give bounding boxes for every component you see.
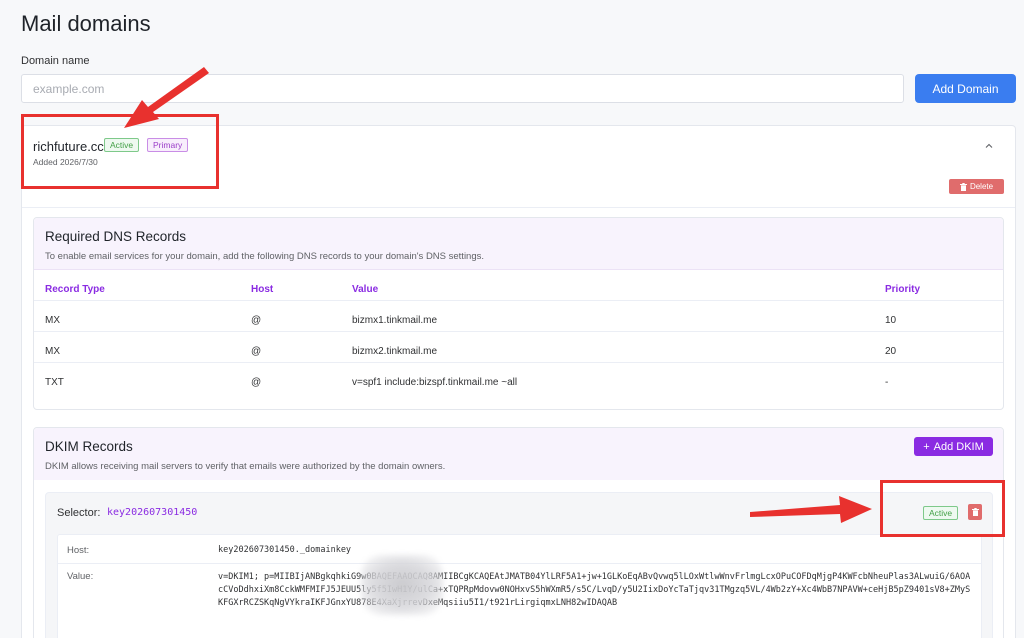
dkim-value-text: v=DKIM1; p=MIIBIjANBgkqhkiG9w0BAQEFAAOCA… [218, 572, 971, 608]
table-row: MX @ bizmx2.tinkmail.me 20 [34, 332, 1003, 363]
dkim-detail: Host: key202607301450._domainkey Value: … [57, 534, 982, 638]
annotation-box-dkim [880, 480, 1005, 537]
trash-icon [959, 182, 967, 191]
annotation-box-domain [21, 114, 219, 189]
dns-table-header: Record Type Host Value Priority [34, 270, 1003, 301]
delete-domain-button[interactable]: Delete [949, 179, 1004, 194]
dns-section-description: To enable email services for your domain… [45, 251, 485, 262]
row-record-type: TXT [45, 377, 64, 388]
dkim-section-header: DKIM Records DKIM allows receiving mail … [34, 428, 1003, 480]
row-host: @ [251, 377, 262, 388]
plus-icon: + [923, 440, 930, 453]
host-value: key202607301450._domainkey [218, 545, 352, 555]
add-dkim-button[interactable]: + Add DKIM [914, 437, 993, 456]
domain-name-label: Domain name [21, 55, 90, 67]
dkim-host-row: Host: key202607301450._domainkey [58, 535, 981, 564]
host-label: Host: [67, 545, 90, 556]
row-value: v=spf1 include:bizspf.tinkmail.me ~all [352, 377, 518, 388]
dns-section-header: Required DNS Records To enable email ser… [34, 218, 1003, 270]
selector-label: Selector: [57, 507, 101, 519]
table-row: MX @ bizmx1.tinkmail.me 10 [34, 301, 1003, 332]
add-dkim-label: Add DKIM [933, 440, 984, 453]
dns-records-section: Required DNS Records To enable email ser… [33, 217, 1004, 410]
redaction-blur [361, 555, 443, 615]
selector-value: key202607301450 [107, 507, 198, 518]
dkim-records-section: DKIM Records DKIM allows receiving mail … [33, 427, 1004, 638]
domain-name-input[interactable] [21, 74, 904, 103]
dkim-section-title: DKIM Records [45, 439, 133, 454]
delete-label: Delete [969, 182, 994, 191]
dns-section-title: Required DNS Records [45, 229, 187, 244]
value-label: Value: [67, 571, 94, 582]
table-row: TXT @ v=spf1 include:bizspf.tinkmail.me … [34, 363, 1003, 394]
page-title: Mail domains [21, 11, 151, 36]
chevron-up-icon[interactable] [983, 140, 995, 152]
row-priority: - [885, 377, 889, 388]
dkim-section-description: DKIM allows receiving mail servers to ve… [45, 461, 446, 472]
dkim-selector-card: Selector: key202607301450 Active Host: k… [45, 492, 993, 638]
add-domain-button[interactable]: Add Domain [915, 74, 1016, 103]
